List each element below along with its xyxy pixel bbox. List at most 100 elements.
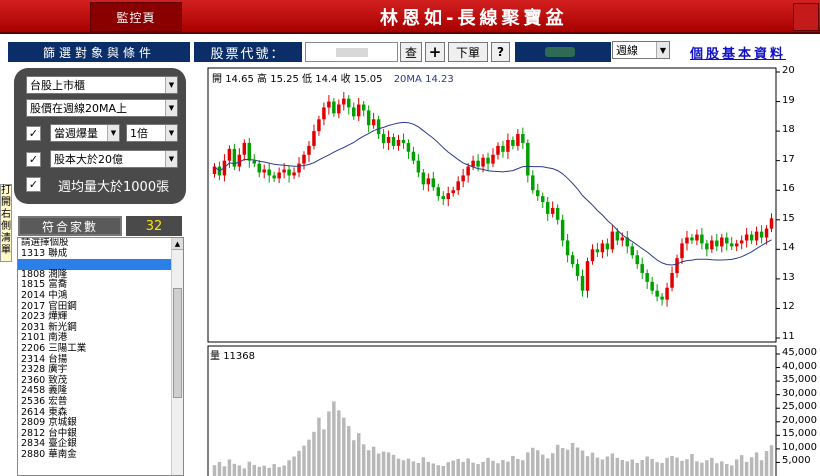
- candle-body: [242, 142, 247, 155]
- help-button[interactable]: ?: [491, 42, 510, 62]
- list-item[interactable]: 1313 聯成: [18, 248, 183, 260]
- candle-body: [456, 181, 460, 191]
- volume-bar: [640, 460, 644, 476]
- low-label: 低: [302, 74, 313, 85]
- volume-bar: [366, 450, 371, 476]
- avg-volume-checkbox[interactable]: ✓: [26, 177, 41, 192]
- list-item[interactable]: 2014 中鴻: [18, 290, 183, 302]
- stock-list-body: 請選擇個股 1313 聯成 1808 潤隆 1815 富喬 2014 中鴻 2017 官田…: [18, 238, 183, 460]
- list-item[interactable]: 2880 華南金: [18, 449, 183, 461]
- volume-bar: [690, 454, 694, 476]
- candle-body: [371, 119, 376, 126]
- volume-bar: [416, 462, 421, 476]
- stock-profile-link[interactable]: 個股基本資料: [690, 43, 786, 62]
- price-condition-select[interactable]: 股價在週線20MA上 ▼: [26, 99, 178, 117]
- chart-area[interactable]: 開 14.65 高 15.25 低 14.4 收 15.05 20MA 14.2…: [196, 64, 820, 476]
- candle-body: [282, 169, 286, 173]
- stock-list[interactable]: 請選擇個股 1313 聯成 1808 潤隆 1815 富喬 2014 中鴻 2017 官田…: [17, 237, 184, 476]
- candle-body: [297, 163, 301, 173]
- candle-body: [600, 243, 605, 253]
- volume-bar: [396, 458, 401, 476]
- price-tick-label: 12: [782, 301, 795, 313]
- volume-bar: [715, 463, 719, 476]
- volume-bar: [337, 410, 341, 476]
- volume-multiplier-select[interactable]: 1倍 ▼: [126, 124, 178, 142]
- search-button[interactable]: 查: [400, 42, 422, 62]
- list-item[interactable]: 2206 三陽工業: [18, 343, 183, 355]
- scroll-thumb[interactable]: [173, 288, 182, 398]
- market-select[interactable]: 台股上市櫃 ▼: [26, 76, 178, 94]
- candle-body: [491, 154, 495, 164]
- candle-body: [526, 142, 530, 176]
- capital-condition-checkbox[interactable]: ✓: [26, 152, 41, 167]
- capital-condition-select[interactable]: 股本大於20億 ▼: [50, 150, 178, 168]
- volume-bar: [217, 461, 222, 476]
- volume-bar: [347, 426, 351, 476]
- stock-code-input[interactable]: [305, 42, 398, 62]
- volume-bar: [391, 454, 396, 476]
- monitor-tab[interactable]: 監控頁: [90, 2, 182, 32]
- volume-bar: [570, 442, 575, 476]
- candle-body: [555, 207, 560, 220]
- candle-body: [680, 243, 684, 259]
- price-tick-label: 17: [782, 153, 795, 165]
- candle-body: [506, 139, 510, 152]
- volume-bar: [257, 466, 261, 476]
- volume-tick-label: 10,000: [782, 441, 817, 453]
- add-button[interactable]: +: [425, 42, 445, 62]
- list-scrollbar[interactable]: ▲: [171, 238, 183, 475]
- volume-bar: [421, 457, 426, 476]
- candle-body: [302, 154, 306, 164]
- volume-bar: [540, 454, 545, 476]
- open-right-list-tab[interactable]: 打開右側清單: [0, 184, 12, 262]
- candle-body: [446, 193, 450, 200]
- volume-bar: [705, 460, 709, 476]
- volume-tick-label: 40,000: [782, 360, 817, 372]
- candle-body: [585, 261, 590, 291]
- price-tick-label: 15: [782, 212, 795, 224]
- candle-body: [729, 243, 734, 247]
- volume-condition-checkbox[interactable]: ✓: [26, 126, 41, 141]
- candle-body: [292, 172, 296, 176]
- list-item[interactable]: 請選擇個股: [18, 238, 183, 249]
- order-button[interactable]: 下單: [448, 42, 488, 62]
- redacted-value: [336, 48, 368, 57]
- candle-body: [342, 98, 346, 105]
- candle-body: [381, 134, 386, 143]
- chevron-down-icon: ▼: [165, 77, 177, 93]
- volume-bar: [650, 458, 654, 476]
- volume-bar: [545, 458, 550, 476]
- volume-tick-label: 5,000: [782, 455, 811, 467]
- volume-condition-select[interactable]: 當週爆量 ▼: [50, 124, 120, 142]
- candle-body: [536, 190, 540, 197]
- volume-bar: [426, 461, 431, 476]
- candle-body: [332, 101, 336, 114]
- volume-bar: [356, 433, 361, 476]
- volume-tick-label: 30,000: [782, 387, 817, 399]
- candle-body: [759, 231, 764, 238]
- volume-bar: [327, 411, 331, 476]
- candle-body: [615, 231, 620, 241]
- window-control-button[interactable]: [793, 3, 819, 31]
- volume-bar: [451, 460, 455, 476]
- top-bar: 監控頁 林恩如-長線聚寶盆: [0, 0, 820, 34]
- volume-bar: [267, 467, 271, 476]
- candle-body: [327, 101, 331, 108]
- volume-bar: [496, 463, 500, 476]
- high-label: 高: [257, 74, 268, 85]
- volume-bar: [277, 467, 281, 476]
- candle-body: [481, 157, 485, 167]
- volume-bar: [352, 440, 356, 476]
- volume-bar: [764, 451, 769, 476]
- price-tick-label: 20: [782, 65, 795, 76]
- period-select[interactable]: 週線 ▼: [612, 41, 670, 59]
- candle-body: [411, 151, 416, 161]
- scroll-up-icon[interactable]: ▲: [172, 238, 183, 250]
- candle-body: [416, 160, 421, 173]
- candle-body: [655, 290, 659, 297]
- volume-bar: [511, 455, 515, 476]
- list-item[interactable]: 2536 宏普: [18, 396, 183, 408]
- volume-bar: [312, 431, 316, 476]
- candle-body: [396, 139, 401, 146]
- candle-body: [670, 272, 674, 288]
